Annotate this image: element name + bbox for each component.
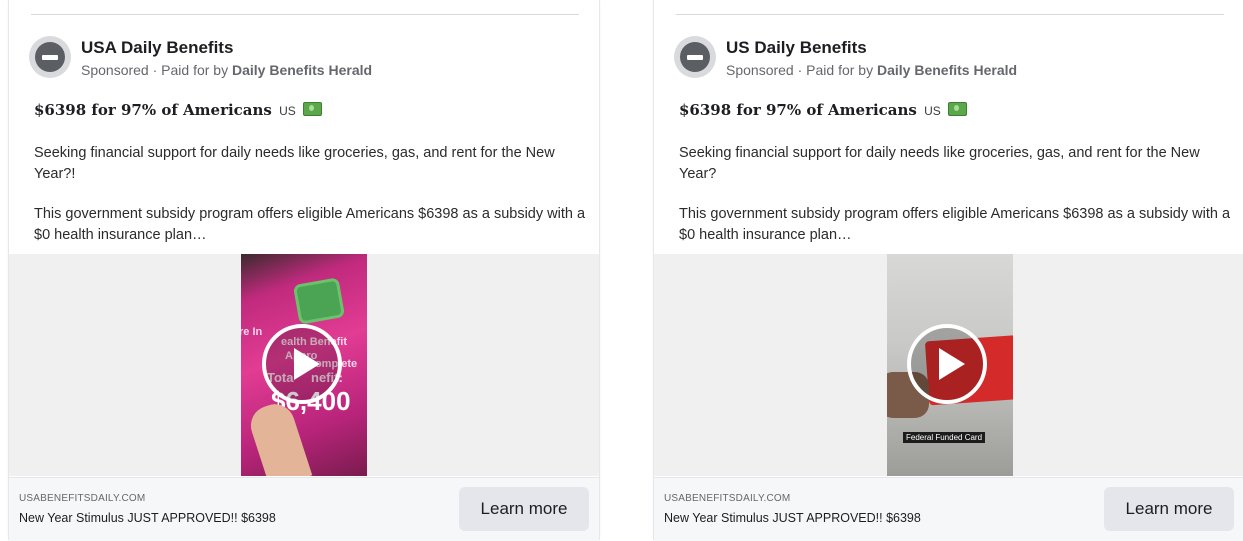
ad-post-card: USA Daily Benefits Sponsored · Paid for … <box>8 0 600 541</box>
separator: · <box>152 62 158 78</box>
separator: · <box>797 62 803 78</box>
page-name[interactable]: US Daily Benefits <box>726 38 867 58</box>
ad-footer: USABENEFITSDAILY.COM New Year Stimulus J… <box>654 477 1243 541</box>
link-domain[interactable]: USABENEFITSDAILY.COM <box>664 493 790 504</box>
money-emoji-icon <box>948 102 968 116</box>
blocked-icon <box>35 42 65 72</box>
ad-body-paragraph: This government subsidy program offers e… <box>679 206 1231 243</box>
country-code: US <box>279 104 296 118</box>
money-stack-graphic <box>296 280 342 322</box>
media-area: re In ealth Benefit Appro Complete Tota … <box>9 254 599 476</box>
page-avatar[interactable] <box>29 36 71 78</box>
country-code: US <box>924 104 941 118</box>
blocked-icon <box>680 42 710 72</box>
ad-headline: $6398 for 97% of Americans US <box>34 101 323 119</box>
ad-post-card: US Daily Benefits Sponsored · Paid for b… <box>653 0 1243 541</box>
ad-footer: USABENEFITSDAILY.COM New Year Stimulus J… <box>9 477 599 541</box>
page-avatar[interactable] <box>674 36 716 78</box>
ad-body-paragraph: Seeking financial support for daily need… <box>679 145 1200 182</box>
video-thumbnail[interactable]: Federal Funded Card <box>887 254 1013 476</box>
sponsored-line: Sponsored · Paid for by Daily Benefits H… <box>81 62 372 78</box>
sponsored-label[interactable]: Sponsored <box>726 62 794 78</box>
money-emoji-icon <box>303 102 323 116</box>
page-name[interactable]: USA Daily Benefits <box>81 38 233 58</box>
link-title[interactable]: New Year Stimulus JUST APPROVED!! $6398 <box>19 511 276 525</box>
headline-text: $6398 for 97% of Americans <box>679 101 917 119</box>
play-icon[interactable] <box>907 324 987 404</box>
paid-for-label: Paid for by <box>806 62 874 78</box>
ad-body-paragraph: Seeking financial support for daily need… <box>34 145 555 182</box>
sponsored-label[interactable]: Sponsored <box>81 62 149 78</box>
divider <box>676 14 1224 15</box>
video-overlay-text: re In <box>241 326 263 338</box>
learn-more-button[interactable]: Learn more <box>1104 487 1234 531</box>
paid-for-label: Paid for by <box>161 62 229 78</box>
link-domain[interactable]: USABENEFITSDAILY.COM <box>19 493 145 504</box>
link-title[interactable]: New Year Stimulus JUST APPROVED!! $6398 <box>664 511 921 525</box>
payer-name: Daily Benefits Herald <box>232 62 373 78</box>
divider <box>31 14 579 15</box>
headline-text: $6398 for 97% of Americans <box>34 101 272 119</box>
payer-name: Daily Benefits Herald <box>877 62 1018 78</box>
video-caption: Federal Funded Card <box>903 432 986 443</box>
play-icon[interactable] <box>262 324 342 404</box>
video-thumbnail[interactable]: re In ealth Benefit Appro Complete Tota … <box>241 254 367 476</box>
sponsored-line: Sponsored · Paid for by Daily Benefits H… <box>726 62 1017 78</box>
ad-body-paragraph: This government subsidy program offers e… <box>34 206 586 243</box>
learn-more-button[interactable]: Learn more <box>459 487 589 531</box>
ad-headline: $6398 for 97% of Americans US <box>679 101 968 119</box>
media-area: Federal Funded Card <box>654 254 1243 476</box>
